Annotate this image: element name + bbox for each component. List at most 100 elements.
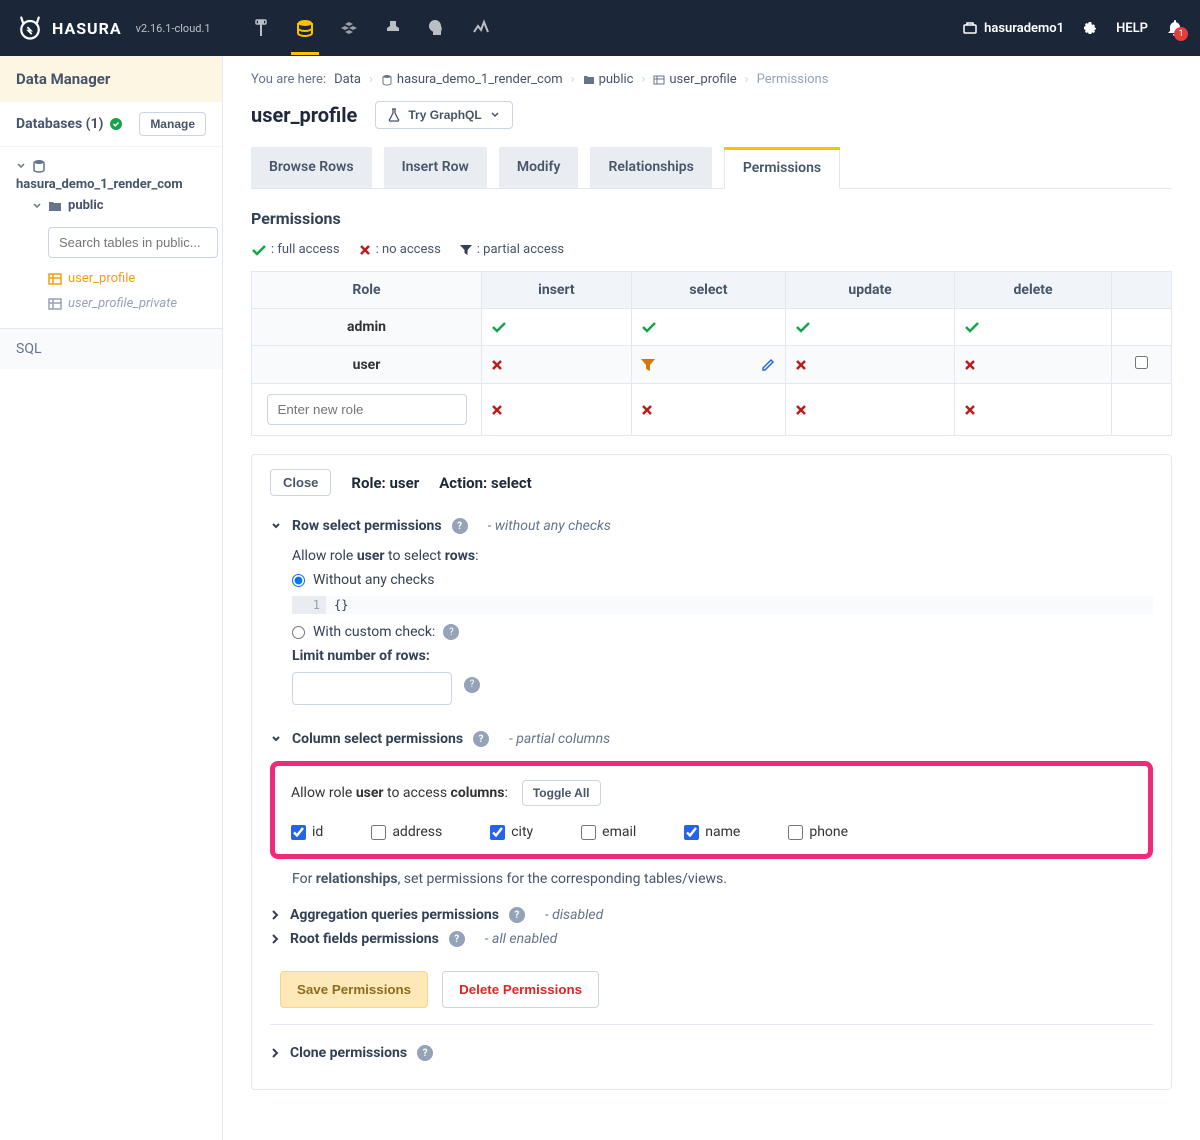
nav-monitoring-icon[interactable] bbox=[471, 18, 491, 38]
check-icon bbox=[963, 320, 981, 334]
gear-icon[interactable] bbox=[1082, 20, 1098, 36]
delete-permissions-button[interactable]: Delete Permissions bbox=[442, 971, 599, 1008]
col-select: select bbox=[631, 272, 785, 309]
help-icon[interactable]: ? bbox=[417, 1045, 433, 1061]
help-icon[interactable]: ? bbox=[473, 731, 489, 747]
db-name[interactable]: hasura_demo_1_render_com bbox=[16, 177, 222, 192]
radio-custom-check-input[interactable] bbox=[292, 626, 305, 639]
tab-insert-row[interactable]: Insert Row bbox=[384, 147, 487, 188]
radio-without-checks-input[interactable] bbox=[292, 574, 305, 587]
help-icon[interactable]: ? bbox=[449, 931, 465, 947]
new-delete[interactable] bbox=[955, 384, 1112, 436]
col-delete: delete bbox=[955, 272, 1112, 309]
databases-header[interactable]: Databases (1) bbox=[16, 116, 123, 132]
chevron-right-icon bbox=[270, 909, 280, 921]
code-content: {} bbox=[326, 596, 1153, 614]
try-graphql-button[interactable]: Try GraphQL bbox=[375, 101, 512, 129]
check-icon bbox=[794, 320, 812, 334]
new-select[interactable] bbox=[631, 384, 785, 436]
col-checkbox-email[interactable]: email bbox=[581, 824, 636, 840]
chevron-down-icon bbox=[270, 733, 282, 745]
sidebar-title: Data Manager bbox=[0, 56, 222, 102]
col-checkbox-name[interactable]: name bbox=[684, 824, 740, 840]
chevron-down-icon bbox=[32, 201, 42, 211]
nav-actions-icon[interactable] bbox=[339, 18, 359, 38]
logo[interactable]: HASURA v2.16.1-cloud.1 bbox=[16, 14, 211, 42]
manage-button[interactable]: Manage bbox=[139, 112, 206, 136]
crumb-data[interactable]: Data bbox=[334, 72, 361, 87]
user-update[interactable] bbox=[786, 346, 955, 384]
col-checkbox-city[interactable]: city bbox=[490, 824, 533, 840]
limit-rows-input[interactable] bbox=[292, 672, 452, 705]
new-update[interactable] bbox=[786, 384, 955, 436]
search-tables-input[interactable] bbox=[48, 227, 218, 258]
radio-custom-check[interactable]: With custom check: ? bbox=[292, 624, 1153, 640]
filter-icon bbox=[640, 357, 656, 373]
nav-data-icon[interactable] bbox=[295, 18, 315, 38]
column-permissions-header[interactable]: Column select permissions ? - partial co… bbox=[270, 725, 1153, 753]
help-link[interactable]: HELP bbox=[1116, 21, 1148, 36]
nav-remote-icon[interactable] bbox=[383, 18, 403, 38]
close-button[interactable]: Close bbox=[270, 469, 331, 496]
new-role-input[interactable] bbox=[267, 394, 467, 425]
schema-node[interactable]: public bbox=[32, 192, 222, 219]
check-expression-box: 1 {} bbox=[292, 596, 1153, 614]
col-checkbox-phone[interactable]: phone bbox=[788, 824, 848, 840]
admin-select[interactable] bbox=[631, 309, 785, 346]
crumb-schema[interactable]: public bbox=[583, 72, 634, 87]
col-checkbox-id[interactable]: id bbox=[291, 824, 323, 840]
crumb-db[interactable]: hasura_demo_1_render_com bbox=[381, 72, 563, 87]
editor-role-label: Role: user bbox=[351, 474, 419, 492]
filter-icon bbox=[459, 243, 473, 257]
tab-browse-rows[interactable]: Browse Rows bbox=[251, 147, 372, 188]
project-selector[interactable]: hasurademo1 bbox=[962, 20, 1064, 36]
admin-insert[interactable] bbox=[482, 309, 632, 346]
admin-delete[interactable] bbox=[955, 309, 1112, 346]
permissions-table: Role insert select update delete admin u… bbox=[251, 271, 1172, 436]
table-item-user-profile-private[interactable]: user_profile_private bbox=[48, 291, 222, 316]
root-fields-permissions-header[interactable]: Root fields permissions ? - all enabled bbox=[270, 927, 1153, 951]
help-icon[interactable]: ? bbox=[452, 518, 468, 534]
notifications-icon[interactable]: 1 bbox=[1166, 19, 1184, 37]
check-circle-icon bbox=[109, 117, 123, 131]
tabs: Browse Rows Insert Row Modify Relationsh… bbox=[251, 147, 1172, 189]
row-permissions-header[interactable]: Row select permissions ? - without any c… bbox=[270, 512, 1153, 540]
clone-permissions-header[interactable]: Clone permissions ? bbox=[270, 1041, 1153, 1065]
folder-icon bbox=[583, 75, 595, 85]
tab-relationships[interactable]: Relationships bbox=[590, 147, 711, 188]
table-item-user-profile[interactable]: user_profile bbox=[48, 266, 222, 291]
col-allow-text: Allow role user to access columns: bbox=[291, 785, 508, 801]
user-bulk-checkbox[interactable] bbox=[1135, 356, 1148, 369]
table-icon bbox=[48, 298, 62, 310]
user-delete[interactable] bbox=[955, 346, 1112, 384]
table-label: user_profile_private bbox=[68, 296, 177, 311]
help-icon[interactable]: ? bbox=[509, 907, 525, 923]
tab-modify[interactable]: Modify bbox=[499, 147, 579, 188]
nav-api-icon[interactable] bbox=[251, 18, 271, 38]
save-permissions-button[interactable]: Save Permissions bbox=[280, 971, 428, 1008]
project-name: hasurademo1 bbox=[984, 21, 1064, 36]
nav-events-icon[interactable] bbox=[427, 18, 447, 38]
radio-without-checks[interactable]: Without any checks bbox=[292, 572, 1153, 588]
crumb-table[interactable]: user_profile bbox=[653, 72, 736, 87]
admin-update[interactable] bbox=[786, 309, 955, 346]
new-insert[interactable] bbox=[482, 384, 632, 436]
permission-editor: Close Role: user Action: select Row sele… bbox=[251, 454, 1172, 1090]
check-icon bbox=[251, 243, 267, 257]
toggle-all-button[interactable]: Toggle All bbox=[522, 780, 601, 806]
col-checkbox-address[interactable]: address bbox=[371, 824, 442, 840]
aggregation-permissions-header[interactable]: Aggregation queries permissions ? - disa… bbox=[270, 903, 1153, 927]
role-user: user bbox=[252, 346, 482, 384]
code-line-number: 1 bbox=[292, 596, 326, 614]
user-select[interactable] bbox=[631, 346, 785, 384]
sql-link[interactable]: SQL bbox=[0, 328, 222, 369]
user-insert[interactable] bbox=[482, 346, 632, 384]
topbar: HASURA v2.16.1-cloud.1 hasurademo1 HELP … bbox=[0, 0, 1200, 56]
db-node[interactable] bbox=[16, 153, 222, 179]
tab-permissions[interactable]: Permissions bbox=[724, 147, 840, 189]
page-title: user_profile bbox=[251, 103, 357, 127]
help-icon[interactable]: ? bbox=[464, 677, 480, 693]
editor-action-label: Action: select bbox=[439, 474, 532, 492]
help-icon[interactable]: ? bbox=[443, 624, 459, 640]
top-nav bbox=[251, 18, 491, 38]
